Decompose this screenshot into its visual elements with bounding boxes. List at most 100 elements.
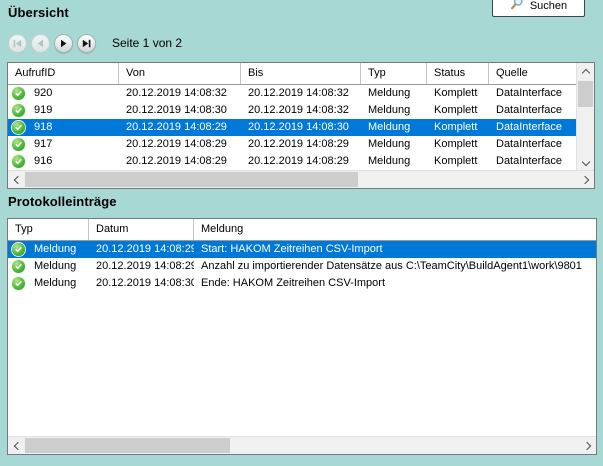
- search-icon: [510, 0, 524, 13]
- last-page-button[interactable]: [77, 34, 96, 53]
- cell-meldung: Start: HAKOM Zeitreihen CSV-Import: [194, 241, 596, 258]
- search-button[interactable]: Suchen: [492, 0, 585, 17]
- cell-von: 20.12.2019 14:08:30: [119, 102, 241, 119]
- horizontal-scroll-thumb[interactable]: [25, 172, 358, 187]
- protocol-table: TypDatumMeldung Meldung20.12.2019 14:08:…: [7, 218, 597, 455]
- table-row[interactable]: 91820.12.2019 14:08:2920.12.2019 14:08:3…: [8, 119, 577, 136]
- cell-text: 917: [34, 136, 52, 153]
- cell-id: 920: [8, 85, 119, 102]
- chevron-right-icon: [580, 175, 588, 183]
- cell-von: 20.12.2019 14:08:29: [119, 153, 241, 170]
- column-header-bis[interactable]: Bis: [241, 63, 361, 84]
- first-page-button[interactable]: [8, 34, 27, 53]
- cell-datum: 20.12.2019 14:08:29: [89, 241, 194, 258]
- column-header-aufrufid[interactable]: AufrufID: [8, 63, 119, 84]
- scroll-right-button[interactable]: [577, 171, 594, 188]
- cell-text: Meldung: [34, 241, 76, 258]
- overview-title: Übersicht: [8, 5, 69, 20]
- cell-status: Komplett: [427, 85, 489, 102]
- table-row[interactable]: Meldung20.12.2019 14:08:29Anzahl zu impo…: [8, 258, 596, 275]
- cell-bis: 20.12.2019 14:08:29: [241, 136, 361, 153]
- scroll-left-button[interactable]: [8, 171, 25, 188]
- cell-von: 20.12.2019 14:08:29: [119, 119, 241, 136]
- last-page-icon: [81, 38, 92, 49]
- cell-quelle: DataInterface: [489, 136, 577, 153]
- cell-typ: Meldung: [8, 241, 89, 258]
- previous-page-icon: [35, 38, 46, 49]
- column-header-datum[interactable]: Datum: [89, 219, 194, 240]
- overview-table: AufrufIDVonBisTypStatusQuelle 92020.12.2…: [7, 62, 595, 189]
- cell-status: Komplett: [427, 119, 489, 136]
- scroll-up-button[interactable]: [577, 63, 594, 80]
- next-page-button[interactable]: [54, 34, 73, 53]
- cell-typ: Meldung: [361, 85, 427, 102]
- previous-page-button[interactable]: [31, 34, 50, 53]
- cell-id: 917: [8, 136, 119, 153]
- overview-vertical-scrollbar[interactable]: [576, 63, 594, 171]
- first-page-icon: [12, 38, 23, 49]
- page-indicator: Seite 1 von 2: [112, 36, 182, 50]
- column-header-typ[interactable]: Typ: [8, 219, 89, 240]
- cell-id: 919: [8, 102, 119, 119]
- table-row[interactable]: 92020.12.2019 14:08:3220.12.2019 14:08:3…: [8, 85, 577, 102]
- column-header-status[interactable]: Status: [427, 63, 489, 84]
- overview-table-header: AufrufIDVonBisTypStatusQuelle: [8, 63, 577, 85]
- cell-typ: Meldung: [361, 136, 427, 153]
- success-check-icon: [12, 138, 25, 151]
- scroll-left-button[interactable]: [8, 437, 25, 454]
- cell-typ: Meldung: [361, 102, 427, 119]
- cell-typ: Meldung: [8, 275, 89, 292]
- protocol-table-rows: Meldung 20.12.2019 14:08:29Start: HAKOM Z…: [8, 241, 596, 292]
- protocol-title: Protokolleinträge: [8, 194, 117, 209]
- scroll-right-button[interactable]: [579, 437, 596, 454]
- overview-table-content: AufrufIDVonBisTypStatusQuelle 92020.12.2…: [8, 63, 577, 171]
- success-check-icon: [12, 277, 25, 290]
- success-check-icon: [12, 155, 25, 168]
- column-header-quelle[interactable]: Quelle: [489, 63, 577, 84]
- cell-text: Meldung: [34, 275, 76, 292]
- cell-quelle: DataInterface: [489, 102, 577, 119]
- vertical-scroll-thumb[interactable]: [578, 81, 593, 107]
- column-header-von[interactable]: Von: [119, 63, 241, 84]
- search-button-label: Suchen: [530, 0, 567, 13]
- cell-quelle: DataInterface: [489, 85, 577, 102]
- cell-von: 20.12.2019 14:08:32: [119, 85, 241, 102]
- cell-quelle: DataInterface: [489, 153, 577, 170]
- cell-bis: 20.12.2019 14:08:32: [241, 102, 361, 119]
- chevron-down-icon: [581, 157, 589, 165]
- table-row[interactable]: Meldung 20.12.2019 14:08:29Start: HAKOM Z…: [8, 241, 596, 258]
- cell-id: 918: [8, 119, 119, 136]
- chevron-right-icon: [582, 441, 590, 449]
- cell-id: 916: [8, 153, 119, 170]
- table-row[interactable]: 91720.12.2019 14:08:2920.12.2019 14:08:2…: [8, 136, 577, 153]
- chevron-left-icon: [13, 175, 21, 183]
- table-row[interactable]: Meldung20.12.2019 14:08:30Ende: HAKOM Ze…: [8, 275, 596, 292]
- table-row[interactable]: 916 20.12.2019 14:08:2920.12.2019 14:08:2…: [8, 153, 577, 170]
- horizontal-scroll-thumb[interactable]: [25, 438, 230, 453]
- column-header-typ[interactable]: Typ: [361, 63, 427, 84]
- cell-text: Meldung: [34, 258, 76, 275]
- overview-horizontal-scrollbar[interactable]: [8, 170, 594, 188]
- cell-typ: Meldung: [361, 153, 427, 170]
- cell-bis: 20.12.2019 14:08:32: [241, 85, 361, 102]
- pagination: Seite 1 von 2: [8, 33, 182, 53]
- overview-table-rows: 92020.12.2019 14:08:3220.12.2019 14:08:3…: [8, 85, 577, 170]
- cell-datum: 20.12.2019 14:08:29: [89, 258, 194, 275]
- cell-typ: Meldung: [8, 258, 89, 275]
- cell-status: Komplett: [427, 136, 489, 153]
- cell-status: Komplett: [427, 153, 489, 170]
- scroll-down-button[interactable]: [577, 154, 594, 171]
- cell-text: 916: [34, 153, 52, 170]
- cell-bis: 20.12.2019 14:08:30: [241, 119, 361, 136]
- cell-typ: Meldung: [361, 119, 427, 136]
- cell-datum: 20.12.2019 14:08:30: [89, 275, 194, 292]
- success-check-icon: [12, 243, 25, 256]
- cell-status: Komplett: [427, 102, 489, 119]
- cell-text: 919: [34, 102, 52, 119]
- protocol-horizontal-scrollbar[interactable]: [8, 436, 596, 454]
- column-header-meldung[interactable]: Meldung: [194, 219, 596, 240]
- table-row[interactable]: 919 20.12.2019 14:08:3020.12.2019 14:08:3…: [8, 102, 577, 119]
- cell-quelle: DataInterface: [489, 119, 577, 136]
- cell-bis: 20.12.2019 14:08:29: [241, 153, 361, 170]
- success-check-icon: [12, 104, 25, 117]
